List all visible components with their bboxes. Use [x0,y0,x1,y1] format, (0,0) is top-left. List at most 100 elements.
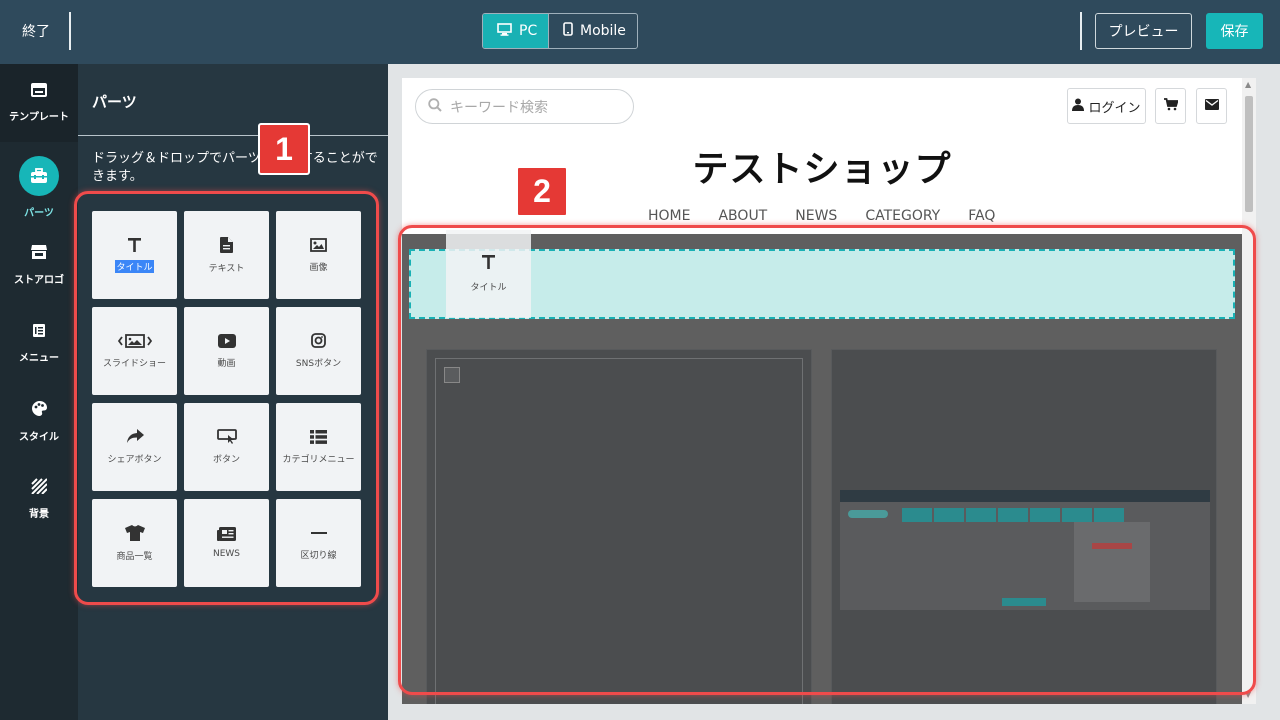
scroll-thumb[interactable] [1245,96,1253,212]
nav-item-parts[interactable]: パーツ [0,148,78,226]
part-image[interactable]: 画像 [276,211,361,299]
monitor-icon [497,22,512,40]
part-label: テキスト [208,263,245,274]
dragging-title-part[interactable]: タイトル [446,230,531,318]
menu-list-icon [32,323,46,341]
mobile-label: Mobile [580,23,626,39]
part-category-menu[interactable]: カテゴリメニュー [276,403,361,491]
instagram-icon [311,333,326,348]
left-navigation: テンプレート パーツ ストアロゴ メニュー スタイル 背景 [0,64,78,720]
part-title[interactable]: タイトル [92,211,177,299]
part-label: シェアボタン [107,455,162,465]
drag-part-label: タイトル [470,283,507,293]
nav-item-background[interactable]: 背景 [0,460,78,538]
login-label: ログイン [1088,100,1141,116]
nav-item-menu[interactable]: メニュー [0,304,78,382]
divider-line-icon [310,526,327,540]
pc-device-button[interactable]: PC [483,14,548,48]
envelope-icon [1204,98,1219,114]
palette-icon [31,400,48,420]
nav-item-style[interactable]: スタイル [0,382,78,460]
tshirt-icon [124,524,145,541]
nav-link-home[interactable]: HOME [648,208,690,224]
nav-item-template[interactable]: テンプレート [0,64,78,142]
part-share-button[interactable]: シェアボタン [92,403,177,491]
thumbnail-header [840,490,1210,502]
scroll-down-arrow-icon[interactable]: ▼ [1245,690,1251,699]
divider [69,12,71,50]
content-card [831,349,1217,704]
stripes-icon [31,478,48,497]
nav-label: 背景 [29,509,49,520]
cart-icon [1163,97,1179,115]
device-toggle: PC Mobile [482,13,638,49]
nav-item-store-logo[interactable]: ストアロゴ [0,226,78,304]
toolbox-icon [19,155,59,196]
thumbnail-logo [848,510,888,518]
nav-link-category[interactable]: CATEGORY [865,208,940,224]
exit-button[interactable]: 終了 [22,21,50,41]
image-icon [310,237,327,252]
part-label: 動画 [217,358,236,369]
news-icon [217,527,236,541]
save-button[interactable]: 保存 [1206,13,1263,49]
part-label: スライドショー [102,358,166,369]
part-news[interactable]: NEWS [184,499,269,587]
part-text[interactable]: テキスト [184,211,269,299]
editor-canvas: キーワード検索 ログイン テストショップ HOME ABOUT NEWS CAT… [388,64,1280,720]
parts-grid: タイトル テキスト 画像 スライドショー 動画 SNSボタン シェアボタン ボタ… [92,211,362,587]
drop-zone[interactable] [409,249,1235,319]
divider [78,135,388,136]
search-placeholder: キーワード検索 [450,99,548,116]
cart-button[interactable] [1155,88,1186,124]
part-slideshow[interactable]: スライドショー [92,307,177,395]
store-icon [30,244,48,263]
thumbnail-teal-button [1002,598,1046,606]
screenshot-thumbnail [840,490,1210,610]
nav-label: スタイル [19,431,59,443]
image-frame [435,358,803,704]
nav-link-faq[interactable]: FAQ [968,208,995,224]
thumbnail-dropdown [1074,522,1150,602]
site-search-input[interactable]: キーワード検索 [415,89,634,124]
nav-link-news[interactable]: NEWS [795,208,837,224]
part-label: タイトル [115,259,154,273]
preview-button[interactable]: プレビュー [1095,13,1192,49]
nav-label: メニュー [19,352,59,364]
contact-mail-button[interactable] [1196,88,1227,124]
part-label: 画像 [309,262,328,273]
broken-image-icon [444,367,460,383]
mobile-device-button[interactable]: Mobile [548,14,637,48]
part-divider[interactable]: 区切り線 [276,499,361,587]
panel-title: パーツ [92,93,137,111]
nav-label: ストアロゴ [14,275,64,286]
part-product-list[interactable]: 商品一覧 [92,499,177,587]
title-t-icon [128,237,141,252]
part-label: カテゴリメニュー [282,454,355,465]
part-label: SNSボタン [295,359,342,369]
panel-description: ドラッグ＆ドロップでパーツを追加することができます。 [92,151,378,184]
part-label: NEWS [212,549,241,559]
button-click-icon [216,429,237,444]
title-t-icon [482,255,495,272]
canvas-scrollbar[interactable]: ▲ ▼ [1242,78,1256,704]
mobile-phone-icon [563,22,573,40]
scroll-up-arrow-icon[interactable]: ▲ [1245,80,1251,89]
user-icon [1072,98,1085,115]
annotation-badge-2: 2 [516,166,568,217]
slideshow-icon [117,333,152,348]
part-video[interactable]: 動画 [184,307,269,395]
thumbnail-menu [902,508,1124,522]
nav-link-about[interactable]: ABOUT [718,208,767,224]
part-label: 区切り線 [300,550,337,561]
thumbnail-red-button [1092,543,1132,549]
part-button[interactable]: ボタン [184,403,269,491]
part-label: ボタン [212,455,240,465]
divider [1080,12,1082,50]
annotation-badge-1: 1 [258,123,310,175]
nav-label: パーツ [24,207,54,219]
part-sns-button[interactable]: SNSボタン [276,307,361,395]
site-nav: HOME ABOUT NEWS CATEGORY FAQ [648,208,1023,224]
category-list-icon [310,429,327,444]
login-button[interactable]: ログイン [1067,88,1146,124]
